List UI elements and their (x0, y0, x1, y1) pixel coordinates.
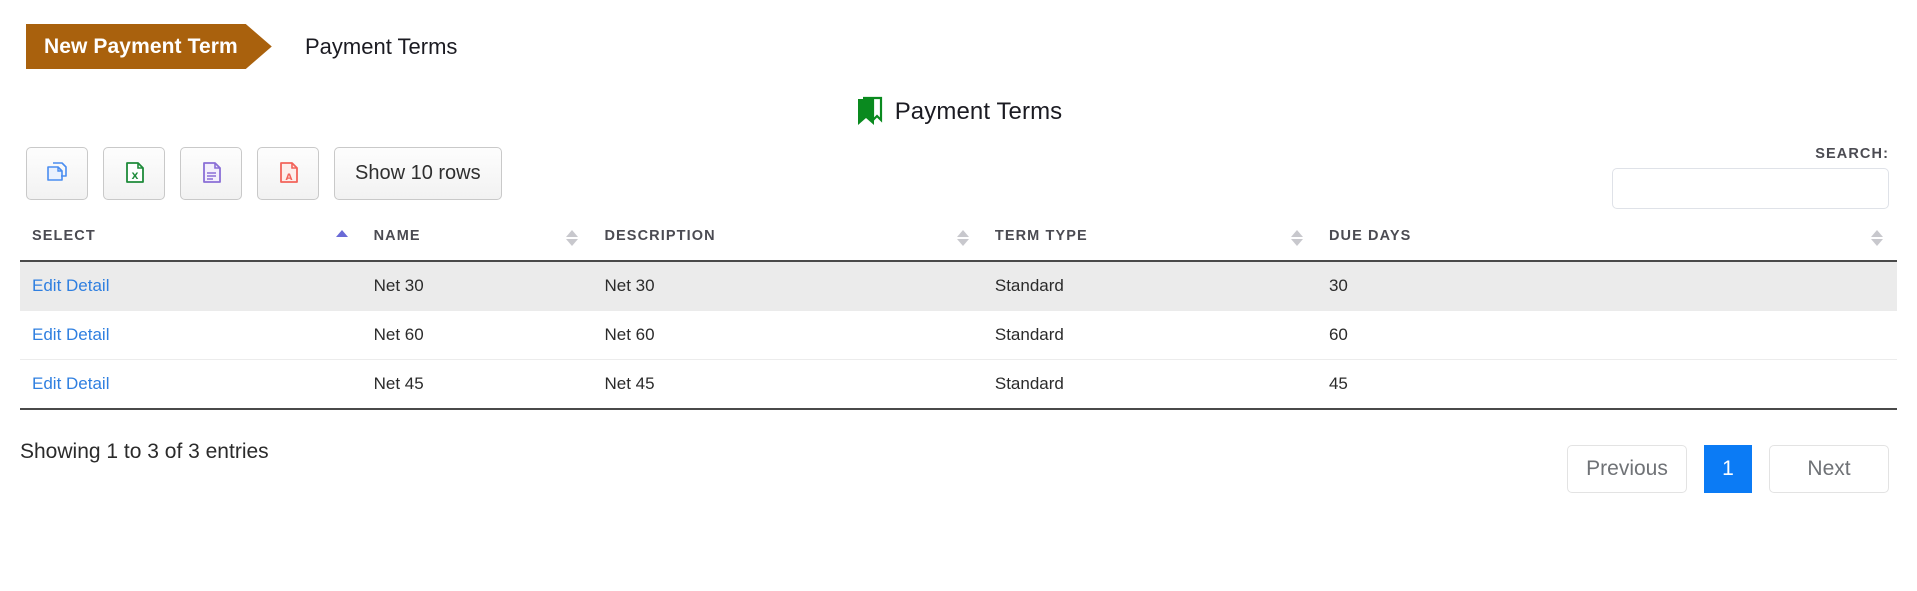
breadcrumb: New Payment Term Payment Terms (0, 0, 1917, 72)
cell-term-type: Standard (982, 359, 1317, 410)
column-header-description-label: DESCRIPTION (604, 228, 716, 244)
breadcrumb-current: Payment Terms (305, 33, 458, 59)
edit-detail-link[interactable]: Edit Detail (32, 374, 109, 393)
payment-terms-table: SELECT NAME DESCRIPTION TERM TYPE DUE DA… (20, 228, 1897, 410)
column-header-select-label: SELECT (32, 228, 96, 244)
pdf-file-icon: A (276, 160, 301, 188)
svg-text:A: A (285, 173, 292, 183)
cell-name: Net 60 (361, 310, 593, 360)
copy-icon (45, 160, 70, 188)
cell-due-days: 60 (1316, 310, 1897, 360)
export-csv-button[interactable] (180, 147, 242, 200)
text-file-icon (199, 160, 224, 188)
table-row: Edit Detail Net 30 Net 30 Standard 30 (20, 261, 1897, 311)
table-header: SELECT NAME DESCRIPTION TERM TYPE DUE DA… (20, 228, 1897, 262)
copy-button[interactable] (26, 147, 88, 200)
page-title-text: Payment Terms (894, 97, 1063, 125)
search-area: SEARCH: (1612, 146, 1889, 209)
excel-file-icon: X (122, 160, 147, 188)
search-input[interactable] (1612, 168, 1889, 209)
export-excel-button[interactable]: X (103, 147, 165, 200)
cell-description: Net 45 (592, 359, 983, 410)
cell-due-days: 30 (1316, 261, 1897, 311)
sort-toggle-icon[interactable] (1871, 230, 1883, 246)
show-rows-button[interactable]: Show 10 rows (334, 147, 502, 200)
cell-due-days: 45 (1316, 359, 1897, 410)
column-header-due-days-label: DUE DAYS (1328, 228, 1412, 244)
pagination-previous-button[interactable]: Previous (1567, 445, 1687, 493)
table-row: Edit Detail Net 45 Net 45 Standard 45 (20, 359, 1897, 410)
table-body: Edit Detail Net 30 Net 30 Standard 30 Ed… (20, 261, 1897, 410)
pagination-page-1-button[interactable]: 1 (1704, 445, 1752, 493)
column-header-name-label: NAME (373, 228, 421, 244)
column-header-term-type-label: TERM TYPE (994, 228, 1088, 244)
page-title: Payment Terms (0, 96, 1917, 127)
export-pdf-button[interactable]: A (257, 147, 319, 200)
column-header-due-days[interactable]: DUE DAYS (1316, 228, 1897, 262)
sort-toggle-icon[interactable] (956, 230, 969, 246)
cell-select: Edit Detail (20, 261, 362, 311)
table-header-row: SELECT NAME DESCRIPTION TERM TYPE DUE DA… (20, 228, 1897, 262)
cell-select: Edit Detail (20, 310, 362, 360)
cell-description: Net 60 (592, 310, 983, 360)
sort-toggle-icon[interactable] (566, 230, 579, 246)
sort-ascending-icon[interactable] (335, 230, 348, 246)
new-payment-term-button[interactable]: New Payment Term (26, 24, 272, 69)
cell-name: Net 45 (361, 359, 593, 410)
column-header-select[interactable]: SELECT (20, 228, 362, 262)
cell-term-type: Standard (982, 261, 1317, 311)
column-header-term-type[interactable]: TERM TYPE (982, 228, 1317, 262)
cell-description: Net 30 (592, 261, 983, 311)
edit-detail-link[interactable]: Edit Detail (32, 276, 109, 295)
cell-name: Net 30 (361, 261, 593, 311)
search-label: SEARCH: (1815, 146, 1889, 162)
column-header-name[interactable]: NAME (361, 228, 593, 262)
cell-select: Edit Detail (20, 359, 362, 410)
pagination-next-button[interactable]: Next (1769, 445, 1889, 493)
showing-entries-text: Showing 1 to 3 of 3 entries (20, 440, 269, 463)
sort-toggle-icon[interactable] (1290, 230, 1303, 246)
cell-term-type: Standard (982, 310, 1317, 360)
table-toolbar: X A Show 10 rows (26, 147, 502, 200)
bookmark-icon (855, 96, 884, 127)
pagination: Previous 1 Next (1567, 445, 1889, 493)
column-header-description[interactable]: DESCRIPTION (592, 228, 983, 262)
svg-text:X: X (131, 172, 138, 182)
table-row: Edit Detail Net 60 Net 60 Standard 60 (20, 310, 1897, 360)
edit-detail-link[interactable]: Edit Detail (32, 325, 109, 344)
